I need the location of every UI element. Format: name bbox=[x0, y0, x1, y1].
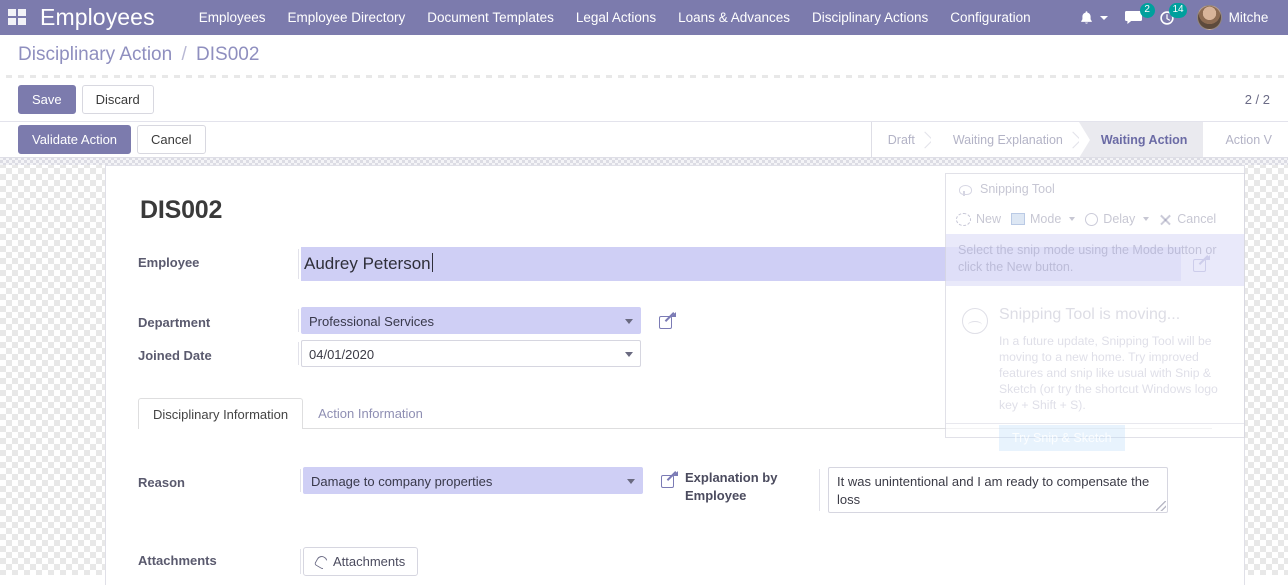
tab-action-information[interactable]: Action Information bbox=[303, 397, 438, 428]
chevron-down-icon[interactable] bbox=[625, 351, 633, 357]
breadcrumb-current: DIS002 bbox=[196, 44, 260, 65]
avatar bbox=[1196, 5, 1222, 30]
top-navbar: Employees Employees Employee Directory D… bbox=[0, 0, 1288, 35]
breadcrumb-row: Disciplinary Action / DIS002 bbox=[0, 35, 1288, 75]
menu-item-employees[interactable]: Employees bbox=[199, 8, 266, 27]
explanation-external-link-icon[interactable] bbox=[661, 471, 678, 488]
field-row-attachments: Attachments Attachments bbox=[138, 547, 1212, 576]
workflow-buttons: Validate Action Cancel bbox=[0, 125, 206, 154]
resize-handle[interactable] bbox=[1156, 501, 1166, 511]
systray: 2 14 Mitche bbox=[1079, 2, 1269, 30]
field-divider bbox=[300, 469, 301, 492]
field-divider bbox=[298, 249, 299, 279]
field-row-joined-date: Joined Date 04/01/2020 bbox=[138, 340, 1212, 367]
discard-button[interactable]: Discard bbox=[81, 85, 154, 114]
bell-icon[interactable] bbox=[1079, 10, 1108, 26]
statusbar-row: Validate Action Cancel Draft Waiting Exp… bbox=[0, 122, 1288, 158]
menu-item-loans-advances[interactable]: Loans & Advances bbox=[678, 8, 790, 27]
reason-value: Damage to company properties bbox=[311, 474, 493, 489]
explanation-label: Explanation by Employee bbox=[685, 470, 778, 503]
status-step-waiting-action[interactable]: Waiting Action bbox=[1078, 122, 1214, 158]
department-label: Department bbox=[138, 315, 211, 330]
form-sheet: DIS002 Employee Audrey Peterson Departme… bbox=[105, 165, 1245, 585]
attachments-button[interactable]: Attachments bbox=[303, 547, 419, 576]
notebook: Disciplinary Information Action Informat… bbox=[138, 397, 1212, 576]
chevron-down-icon bbox=[1099, 15, 1108, 20]
employee-label: Employee bbox=[138, 255, 200, 270]
field-divider bbox=[819, 469, 820, 511]
tab-list: Disciplinary Information Action Informat… bbox=[138, 397, 1212, 429]
breadcrumb: Disciplinary Action / DIS002 bbox=[18, 44, 259, 66]
validate-action-button[interactable]: Validate Action bbox=[18, 125, 132, 154]
explanation-textarea[interactable]: It was unintentional and I am ready to c… bbox=[828, 467, 1168, 513]
breadcrumb-separator: / bbox=[181, 44, 187, 65]
messages-counter[interactable]: 2 bbox=[1124, 2, 1155, 26]
status-step-label: Action V bbox=[1225, 132, 1272, 147]
status-step-action-validated[interactable]: Action V bbox=[1203, 122, 1288, 157]
status-step-draft[interactable]: Draft bbox=[871, 122, 934, 157]
field-divider bbox=[298, 309, 299, 332]
department-input[interactable]: Professional Services bbox=[301, 307, 641, 334]
apps-grid-icon[interactable] bbox=[8, 8, 28, 27]
field-divider bbox=[298, 342, 299, 365]
page-title: DIS002 bbox=[140, 196, 223, 224]
main-menu: Employees Employee Directory Document Te… bbox=[199, 8, 1031, 27]
field-divider bbox=[300, 549, 301, 574]
status-step-waiting-explanation[interactable]: Waiting Explanation bbox=[930, 122, 1082, 157]
cancel-button[interactable]: Cancel bbox=[137, 125, 206, 154]
reason-input[interactable]: Damage to company properties bbox=[303, 467, 643, 494]
menu-item-legal-actions[interactable]: Legal Actions bbox=[576, 8, 656, 27]
employee-external-link-icon[interactable] bbox=[1193, 255, 1210, 273]
activities-counter[interactable]: 14 bbox=[1159, 2, 1187, 26]
department-value: Professional Services bbox=[309, 314, 434, 329]
department-external-link-icon[interactable] bbox=[659, 312, 676, 330]
menu-item-disciplinary-actions[interactable]: Disciplinary Actions bbox=[812, 8, 928, 27]
app-brand-title: Employees bbox=[40, 4, 155, 30]
field-row-employee: Employee Audrey Peterson bbox=[138, 247, 1212, 281]
chevron-down-icon[interactable] bbox=[627, 478, 635, 484]
attachments-label: Attachments bbox=[138, 553, 217, 568]
field-row-reason: Reason Damage to company properties Expl… bbox=[138, 467, 1212, 513]
status-pipeline: Draft Waiting Explanation Waiting Action… bbox=[870, 122, 1288, 158]
joined-date-input[interactable]: 04/01/2020 bbox=[301, 340, 641, 367]
reason-label: Reason bbox=[138, 475, 185, 490]
status-step-label: Waiting Explanation bbox=[952, 132, 1063, 147]
activities-badge: 14 bbox=[1169, 2, 1187, 18]
employee-input[interactable]: Audrey Peterson bbox=[301, 247, 1181, 281]
paperclip-icon bbox=[313, 553, 330, 570]
attachments-button-label: Attachments bbox=[333, 554, 406, 569]
status-step-label: Draft bbox=[887, 132, 915, 147]
save-button[interactable]: Save bbox=[18, 85, 76, 114]
tab-panel-disciplinary-information: Reason Damage to company properties Expl… bbox=[138, 429, 1212, 576]
messages-badge: 2 bbox=[1139, 2, 1155, 18]
status-step-label: Waiting Action bbox=[1100, 132, 1188, 147]
tab-disciplinary-information[interactable]: Disciplinary Information bbox=[138, 398, 304, 429]
username-label: Mitche bbox=[1228, 10, 1269, 25]
chevron-down-icon[interactable] bbox=[625, 318, 633, 324]
user-menu[interactable]: Mitche bbox=[1196, 5, 1269, 30]
text-cursor bbox=[431, 253, 433, 272]
joined-date-value: 04/01/2020 bbox=[309, 347, 375, 362]
menu-item-employee-directory[interactable]: Employee Directory bbox=[287, 8, 405, 27]
pager[interactable]: 2 / 2 bbox=[1245, 92, 1270, 107]
breadcrumb-parent[interactable]: Disciplinary Action bbox=[18, 44, 172, 65]
employee-value: Audrey Peterson bbox=[304, 254, 431, 273]
explanation-value: It was unintentional and I am ready to c… bbox=[837, 474, 1150, 507]
field-row-department: Department Professional Services bbox=[138, 307, 1212, 334]
joined-date-label: Joined Date bbox=[138, 348, 212, 363]
sheet-top-divider bbox=[0, 157, 1288, 165]
menu-item-document-templates[interactable]: Document Templates bbox=[427, 8, 554, 27]
menu-item-configuration[interactable]: Configuration bbox=[950, 8, 1030, 27]
record-action-row: Save Discard 2 / 2 bbox=[0, 78, 1288, 122]
